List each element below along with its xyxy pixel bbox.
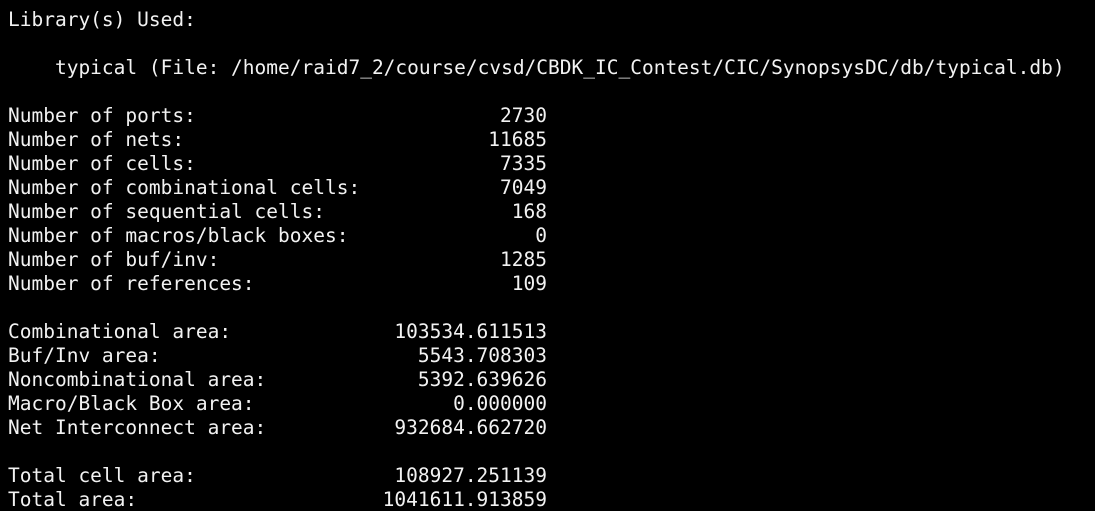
report-value: 168	[511, 200, 547, 223]
report-value: 5543.708303	[417, 344, 547, 367]
report-label: Number of nets:	[8, 128, 185, 151]
report-value: 0.000000	[453, 392, 547, 415]
report-label: Buf/Inv area:	[8, 344, 161, 367]
report-label: Number of sequential cells:	[8, 200, 325, 223]
report-value: 7335	[500, 152, 547, 175]
report-value: 7049	[500, 176, 547, 199]
report-label: Number of references:	[8, 272, 255, 295]
report-label: Noncombinational area:	[8, 368, 267, 391]
terminal-output: Library(s) Used: typical (File: /home/ra…	[0, 0, 1095, 511]
report-value: 5392.639626	[417, 368, 547, 391]
report-value: 1041611.913859	[382, 488, 547, 511]
report-label: Number of buf/inv:	[8, 248, 220, 271]
report-value: 2730	[500, 104, 547, 127]
report-label: Number of ports:	[8, 104, 196, 127]
report-label: Combinational area:	[8, 320, 232, 343]
report-label: Number of cells:	[8, 152, 196, 175]
report-value: 11685	[488, 128, 547, 151]
library-heading: Library(s) Used:	[8, 8, 196, 31]
report-value: 103534.611513	[394, 320, 547, 343]
report-label: Macro/Black Box area:	[8, 392, 255, 415]
report-label: Total cell area:	[8, 464, 196, 487]
report-value: 108927.251139	[394, 464, 547, 487]
report-value: 932684.662720	[394, 416, 547, 439]
report-value: 1285	[500, 248, 547, 271]
report-label: Total area:	[8, 488, 138, 511]
library-file-line: typical (File: /home/raid7_2/course/cvsd…	[8, 56, 1065, 79]
report-value: 109	[511, 272, 547, 295]
report-value: 0	[535, 224, 547, 247]
report-label: Net Interconnect area:	[8, 416, 267, 439]
